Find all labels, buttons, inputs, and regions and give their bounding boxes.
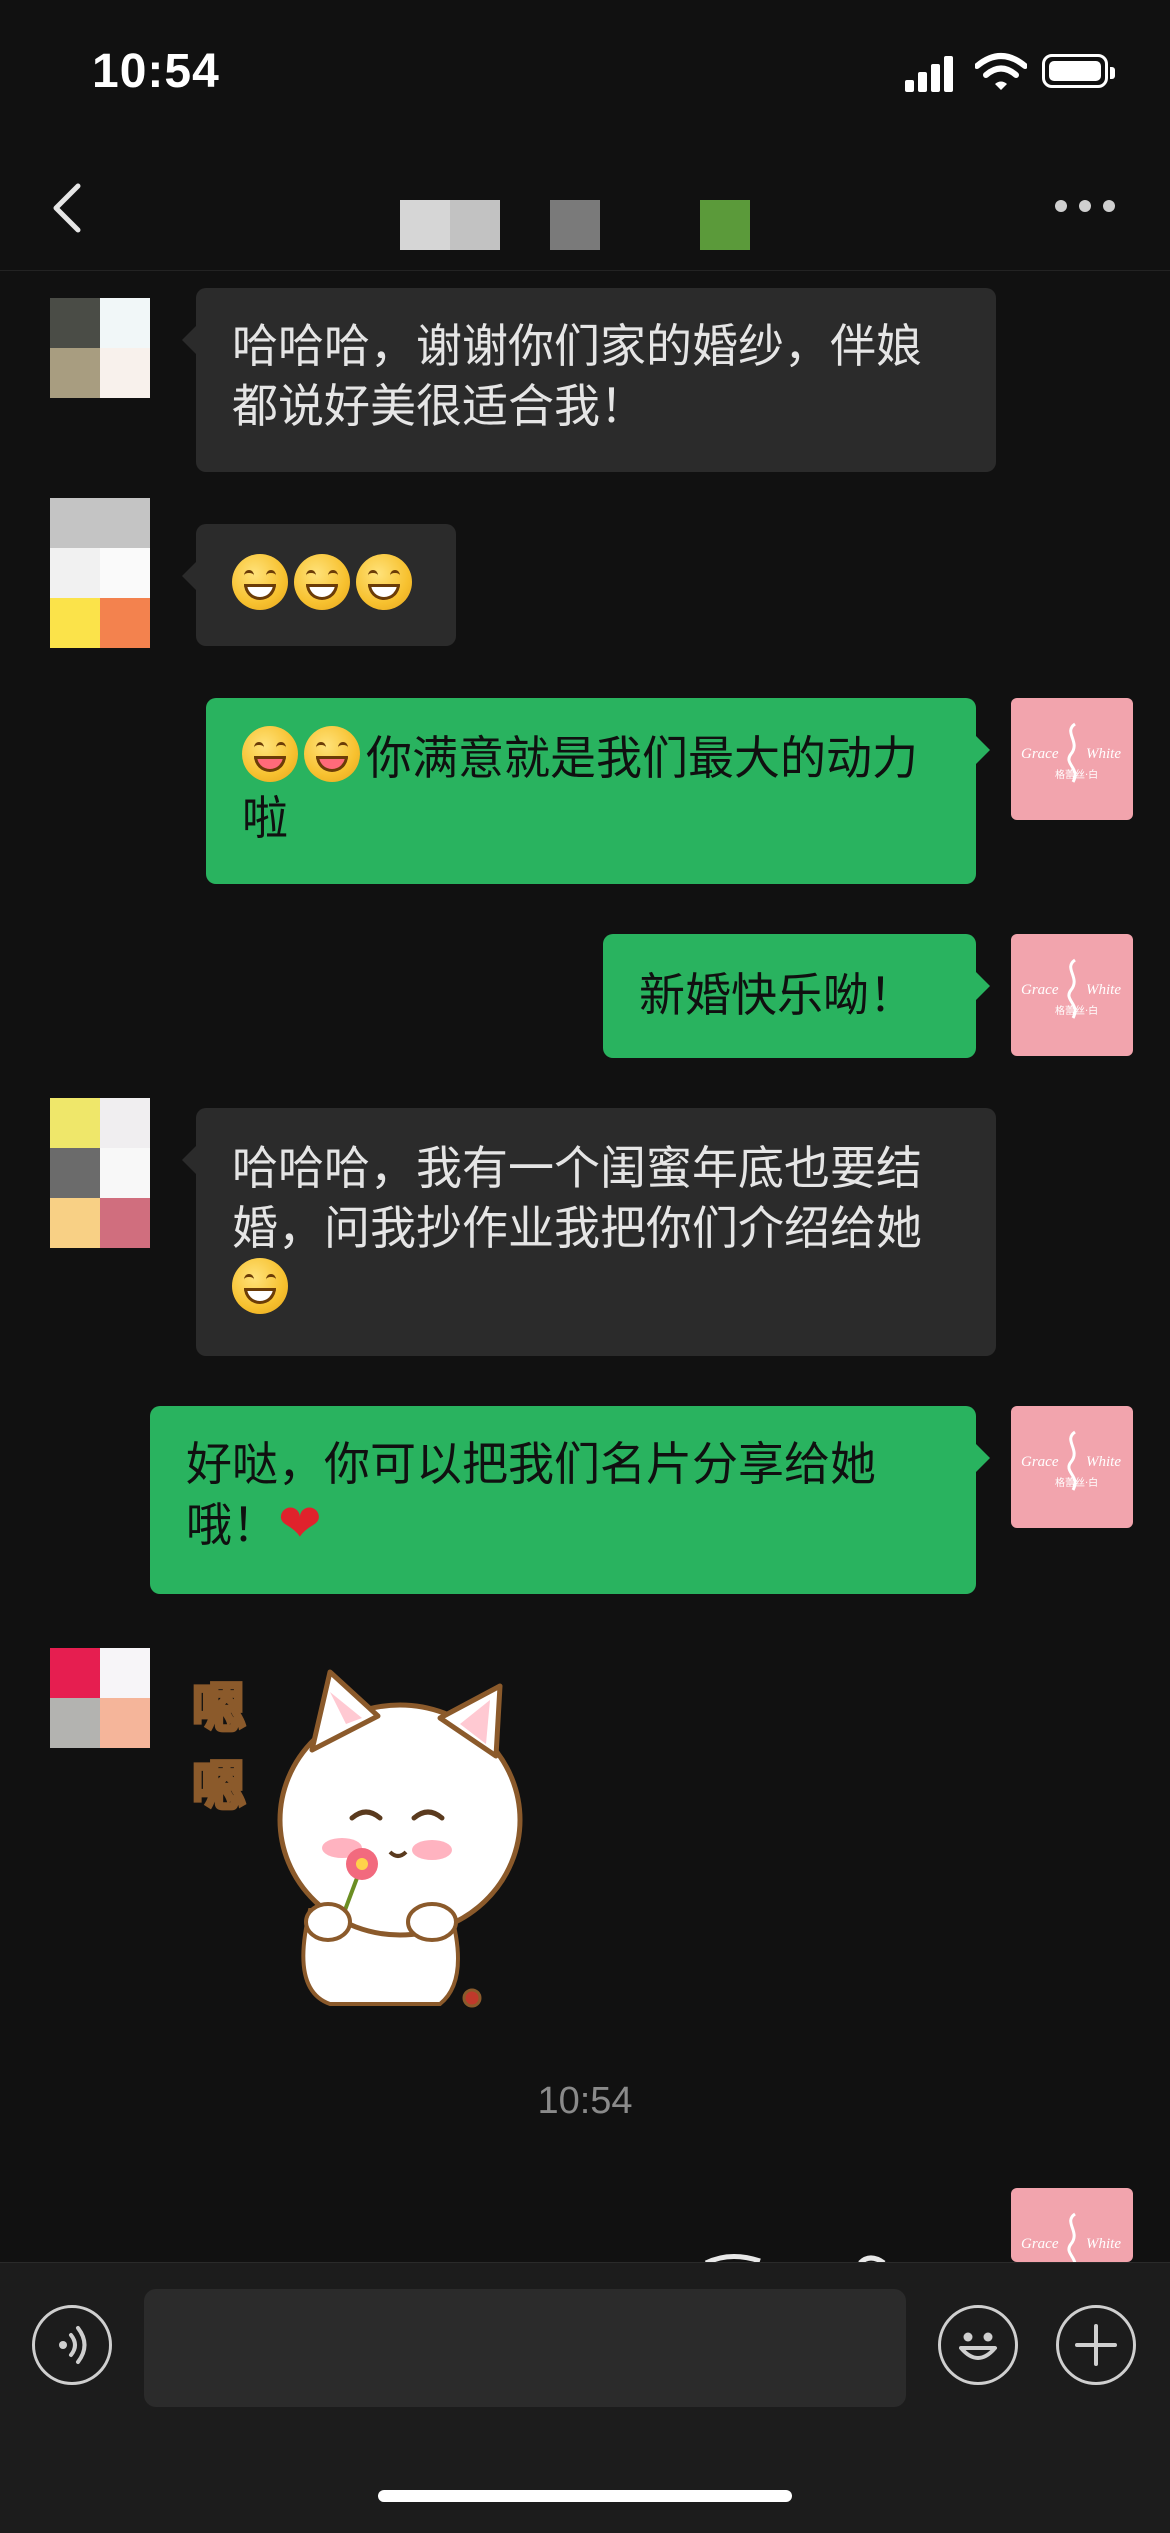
title-block bbox=[700, 200, 750, 250]
title-block bbox=[450, 200, 500, 250]
brand-name-right: White bbox=[1086, 2236, 1121, 2252]
brand-logo: Grace White 格蕾丝·白 bbox=[1021, 1430, 1121, 1491]
grin-emoji bbox=[294, 554, 350, 610]
emoji-button[interactable] bbox=[938, 2305, 1018, 2385]
voice-input-button[interactable] bbox=[32, 2305, 112, 2385]
brand-logo: Grace White bbox=[1021, 2212, 1121, 2262]
brand-name-right: White bbox=[1086, 746, 1121, 762]
signal-icon bbox=[905, 52, 957, 92]
smiley-icon bbox=[959, 2332, 997, 2360]
plus-icon bbox=[1075, 2324, 1117, 2366]
brand-name-cn: 格蕾丝·白 bbox=[1055, 1004, 1098, 1017]
message-text: 新婚快乐呦！ bbox=[639, 968, 915, 1022]
back-button[interactable] bbox=[44, 178, 94, 238]
contact-avatar[interactable] bbox=[50, 298, 150, 398]
brand-name-right: White bbox=[1086, 982, 1121, 998]
wink-tongue-emoji bbox=[304, 726, 360, 782]
brand-name-cn: 格蕾丝·白 bbox=[1055, 1476, 1098, 1489]
chat-header bbox=[0, 140, 1170, 271]
chat-timestamp: 10:54 bbox=[537, 2080, 633, 2122]
status-bar: 10:54 bbox=[0, 0, 1170, 140]
brand-name-left: Grace bbox=[1021, 746, 1059, 762]
my-avatar[interactable]: Grace White 格蕾丝·白 bbox=[1011, 1406, 1133, 1528]
wifi-icon bbox=[975, 53, 1027, 90]
my-avatar[interactable]: Grace White 格蕾丝·白 bbox=[1011, 698, 1133, 820]
contact-avatar[interactable] bbox=[50, 1098, 150, 1248]
title-block bbox=[400, 200, 450, 250]
status-time: 10:54 bbox=[92, 45, 220, 98]
contact-avatar[interactable] bbox=[50, 498, 150, 648]
more-actions-button[interactable] bbox=[1056, 2305, 1136, 2385]
brand-name-left: Grace bbox=[1021, 2236, 1059, 2252]
brand-logo: Grace White 格蕾丝·白 bbox=[1021, 958, 1121, 1019]
brand-name-left: Grace bbox=[1021, 982, 1059, 998]
brand-logo: Grace White 格蕾丝·白 bbox=[1021, 722, 1121, 783]
wink-tongue-emoji bbox=[242, 726, 298, 782]
battery-icon bbox=[1042, 54, 1115, 88]
message-bubble-incoming[interactable]: 哈哈哈，谢谢你们家的婚纱，伴娘都说好美很适合我！ bbox=[182, 288, 996, 472]
my-avatar[interactable]: Grace White 格蕾丝·白 bbox=[1011, 934, 1133, 1056]
brand-name-right: White bbox=[1086, 1454, 1121, 1470]
sticker-text: 嗯嗯 bbox=[191, 1676, 248, 1820]
heart-emoji: ❤ bbox=[278, 1494, 322, 1554]
message-bubble-incoming[interactable] bbox=[182, 524, 456, 646]
voice-icon bbox=[59, 2326, 87, 2364]
message-bubble-outgoing[interactable]: 你满意就是我们最大的动力啦 bbox=[206, 698, 990, 884]
grin-emoji bbox=[232, 1258, 288, 1314]
message-text: 哈哈哈，谢谢你们家的婚纱，伴娘都说好美很适合我！ bbox=[232, 319, 922, 433]
grin-emoji bbox=[232, 554, 288, 610]
brand-name-cn: 格蕾丝·白 bbox=[1055, 768, 1098, 781]
title-block bbox=[550, 200, 600, 250]
my-avatar[interactable]: Grace White bbox=[1011, 2188, 1133, 2262]
home-indicator[interactable] bbox=[378, 2490, 792, 2502]
message-bubble-incoming[interactable]: 哈哈哈，我有一个闺蜜年底也要结婚，问我抄作业我把你们介绍给她 bbox=[182, 1108, 996, 1356]
message-bubble-outgoing[interactable]: 新婚快乐呦！ bbox=[603, 934, 990, 1058]
grin-emoji bbox=[356, 554, 412, 610]
message-input[interactable] bbox=[144, 2289, 906, 2407]
message-text: 哈哈哈，我有一个闺蜜年底也要结婚，问我抄作业我把你们介绍给她 bbox=[232, 1141, 922, 1255]
more-options-button[interactable] bbox=[1055, 200, 1115, 216]
brand-name-left: Grace bbox=[1021, 1454, 1059, 1470]
message-bubble-outgoing[interactable]: 好哒，你可以把我们名片分享给她哦！❤ bbox=[150, 1406, 990, 1594]
contact-avatar[interactable] bbox=[50, 1648, 150, 1748]
cat-sticker[interactable]: 嗯嗯 bbox=[191, 1660, 540, 2010]
